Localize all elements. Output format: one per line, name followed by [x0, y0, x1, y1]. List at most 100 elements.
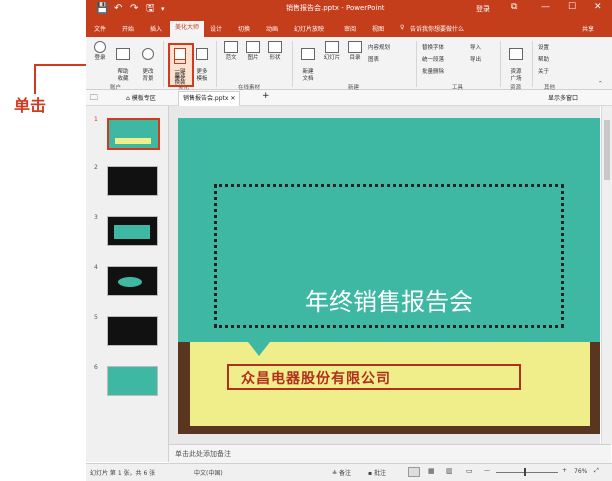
folder-icon[interactable]: 🗀: [90, 92, 98, 106]
new-tab-icon[interactable]: +: [262, 91, 270, 101]
divider: [532, 41, 533, 87]
tab-beautify-master[interactable]: 美化大师: [170, 21, 205, 37]
uniform-paragraph-button[interactable]: 统一段落: [422, 55, 444, 63]
toc-button[interactable]: 目录: [346, 41, 364, 62]
picture-button[interactable]: 图片: [244, 41, 262, 62]
one-click-beautify-button[interactable]: 一键 美化: [170, 41, 190, 83]
more-templates-button[interactable]: 更多 模板: [192, 41, 212, 83]
about-button[interactable]: 关于: [538, 67, 549, 75]
minimize-button[interactable]: —: [541, 2, 550, 12]
comments-toggle[interactable]: ▪ 批注: [368, 468, 386, 477]
reading-view-icon[interactable]: ▥: [446, 467, 453, 475]
slideshow-icon[interactable]: ▭: [466, 467, 473, 475]
file-tab-label: 销售报告会.pptx: [183, 95, 229, 102]
help-favorites-label: 帮助 收藏: [117, 69, 129, 82]
user-icon: [94, 41, 106, 53]
tab-home[interactable]: 开始: [122, 24, 134, 33]
notes-placeholder[interactable]: 单击此处添加备注: [175, 449, 231, 459]
bookmark-icon: [116, 48, 130, 60]
batch-delete-button[interactable]: 批量删除: [422, 67, 444, 75]
picture-label: 图片: [247, 55, 259, 61]
redo-icon[interactable]: ↷: [130, 2, 138, 16]
ribbon-display-icon[interactable]: ⧉: [511, 2, 517, 12]
tab-transitions[interactable]: 切换: [238, 24, 250, 33]
slide-thumbnail-3[interactable]: [107, 216, 158, 246]
slide-title[interactable]: 年终销售报告会: [178, 282, 600, 317]
company-name-box[interactable]: 众昌电器股份有限公司: [227, 364, 521, 390]
settings-button[interactable]: 设置: [538, 43, 549, 51]
divider: [500, 41, 501, 87]
template-icon: [196, 48, 208, 60]
divider: [416, 41, 417, 87]
slide-thumbnail-6[interactable]: [107, 366, 158, 396]
import-button[interactable]: 导入: [470, 43, 481, 51]
picture-icon: [246, 41, 260, 53]
notes-toggle[interactable]: ≜ 备注: [332, 468, 351, 477]
more-templates-label: 更多 模板: [196, 69, 208, 82]
customize-qa-icon[interactable]: ▾: [161, 2, 165, 16]
shape-label: 形状: [269, 55, 281, 61]
slide-thumbnail-2[interactable]: [107, 166, 158, 196]
comments-toggle-label: 批注: [373, 470, 386, 477]
slides-label: 幻灯片: [323, 55, 341, 61]
language-status[interactable]: 中文(中国): [194, 468, 223, 477]
slide-number: 2: [94, 164, 98, 171]
login-button[interactable]: 登录: [90, 41, 110, 62]
tab-insert[interactable]: 插入: [150, 24, 162, 33]
scroll-thumb[interactable]: [604, 120, 610, 180]
share-button[interactable]: 共享: [582, 24, 594, 33]
shape-button[interactable]: 形状: [266, 41, 284, 62]
zoom-slider[interactable]: [496, 472, 558, 473]
callout-line: [34, 64, 36, 94]
help-button[interactable]: 帮助: [538, 55, 549, 63]
zoom-level[interactable]: 76%: [574, 468, 587, 475]
undo-icon[interactable]: ↶: [114, 2, 122, 16]
close-tab-icon[interactable]: ✕: [230, 95, 235, 102]
zoom-slider-thumb[interactable]: [524, 468, 526, 476]
thumb-paper: [115, 138, 151, 144]
charts-button[interactable]: 图表: [368, 55, 379, 63]
status-bar: 幻灯片 第 1 张，共 6 张 中文(中国) ≜ 备注 ▪ 批注 ▦ ▥ ▭ —…: [86, 463, 612, 481]
thumb-chart: [118, 277, 142, 287]
tell-me-search[interactable]: 告诉我你想要做什么: [410, 24, 464, 33]
home-tab[interactable]: ⌂ 模板专区: [126, 93, 156, 102]
notes-toggle-label: 备注: [338, 470, 351, 477]
login-link[interactable]: 登录: [476, 4, 490, 14]
slide-notch: [248, 342, 270, 356]
resource-plaza-button[interactable]: 资源 广场: [506, 41, 526, 83]
slide-thumbnail-5[interactable]: [107, 316, 158, 346]
slide-thumbnail-1[interactable]: [107, 118, 160, 150]
ribbon-tabs: 文件 开始 插入 美化大师 设计 切换 动画 幻灯片放映 审阅 视图 ♀ 告诉我…: [86, 19, 612, 37]
fit-window-icon[interactable]: ⤢: [594, 467, 599, 475]
zoom-out-icon[interactable]: —: [484, 467, 490, 474]
present-icon[interactable]: 🖫: [146, 2, 155, 16]
zoom-in-icon[interactable]: +: [562, 467, 567, 474]
tab-slideshow[interactable]: 幻灯片放映: [294, 24, 324, 33]
tab-design[interactable]: 设计: [210, 24, 222, 33]
template-area-tab: 模板专区: [131, 95, 156, 102]
slides-button[interactable]: 幻灯片: [321, 41, 343, 62]
maximize-button[interactable]: ☐: [568, 2, 576, 12]
normal-view-icon[interactable]: [408, 467, 420, 477]
close-button[interactable]: ✕: [594, 2, 602, 12]
tab-file[interactable]: 文件: [94, 24, 106, 33]
slides-icon: [325, 41, 339, 53]
vertical-scrollbar[interactable]: [601, 106, 612, 444]
new-document-button[interactable]: 新建 文档: [298, 41, 318, 83]
collapse-ribbon-icon[interactable]: ⌃: [598, 81, 603, 87]
export-button[interactable]: 导出: [470, 55, 481, 63]
template-text-button[interactable]: 范文: [222, 41, 240, 62]
slide-thumbnail-4[interactable]: [107, 266, 158, 296]
help-favorites-button[interactable]: 帮助 收藏: [113, 41, 133, 83]
change-background-button[interactable]: 更改 背景: [138, 41, 158, 83]
save-icon[interactable]: 💾: [96, 2, 108, 16]
slide-sorter-icon[interactable]: ▦: [428, 467, 435, 475]
notes-pane[interactable]: 单击此处添加备注: [169, 444, 611, 463]
slide-counter: 幻灯片 第 1 张，共 6 张: [90, 470, 156, 477]
tab-view[interactable]: 视图: [372, 24, 384, 33]
tab-animations[interactable]: 动画: [266, 24, 278, 33]
tab-review[interactable]: 审阅: [344, 24, 356, 33]
content-plan-button[interactable]: 内容规划: [368, 43, 390, 51]
replace-font-button[interactable]: 替换字体: [422, 43, 444, 51]
show-multi-window[interactable]: 显示多窗口: [548, 93, 578, 102]
